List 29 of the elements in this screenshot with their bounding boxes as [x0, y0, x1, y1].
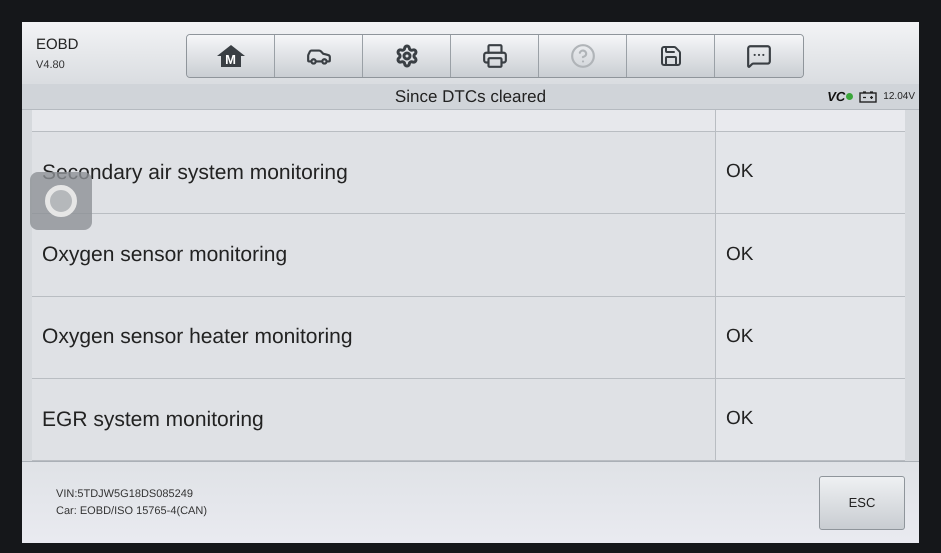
- table-cell: Oxygen sensor heater monitoring: [32, 296, 715, 378]
- save-icon: [658, 44, 682, 68]
- table-cell: OK: [715, 296, 905, 378]
- page-title: Since DTCs cleared: [394, 86, 546, 108]
- table-cell: OK: [715, 378, 905, 460]
- toolbar-button[interactable]: [275, 35, 363, 77]
- table-cell: OK: [715, 132, 905, 214]
- printer-icon: [482, 43, 508, 69]
- esc-button[interactable]: ESC: [819, 476, 905, 530]
- vci-label: VC: [827, 88, 846, 106]
- message-icon: [746, 43, 772, 69]
- toolbar-button[interactable]: M: [187, 35, 275, 77]
- app-version: V4.80: [36, 58, 66, 72]
- toolbar-button[interactable]: [715, 35, 803, 77]
- settings-icon: [394, 44, 418, 68]
- home-icon: M: [216, 44, 246, 68]
- toolbar-button[interactable]: [451, 35, 539, 77]
- app-name: EOBD: [36, 35, 80, 55]
- table-cell: Secondary air system monitoring: [32, 132, 715, 214]
- table-cell: EGR system monitoring: [32, 378, 715, 460]
- battery-icon: [859, 90, 878, 102]
- toolbar-button[interactable]: [363, 35, 451, 77]
- car-protocol-text: Car: EOBD/ISO 15765-4(CAN): [56, 504, 207, 518]
- table-cell: Oxygen sensor monitoring: [32, 214, 715, 296]
- vin-text: VIN:5TDJW5G18DS085249: [56, 487, 194, 502]
- table-cell: OK: [715, 214, 905, 296]
- voltage-reading: 12.04V: [883, 90, 915, 104]
- toolbar-button[interactable]: [627, 35, 715, 77]
- help-icon: [570, 43, 596, 69]
